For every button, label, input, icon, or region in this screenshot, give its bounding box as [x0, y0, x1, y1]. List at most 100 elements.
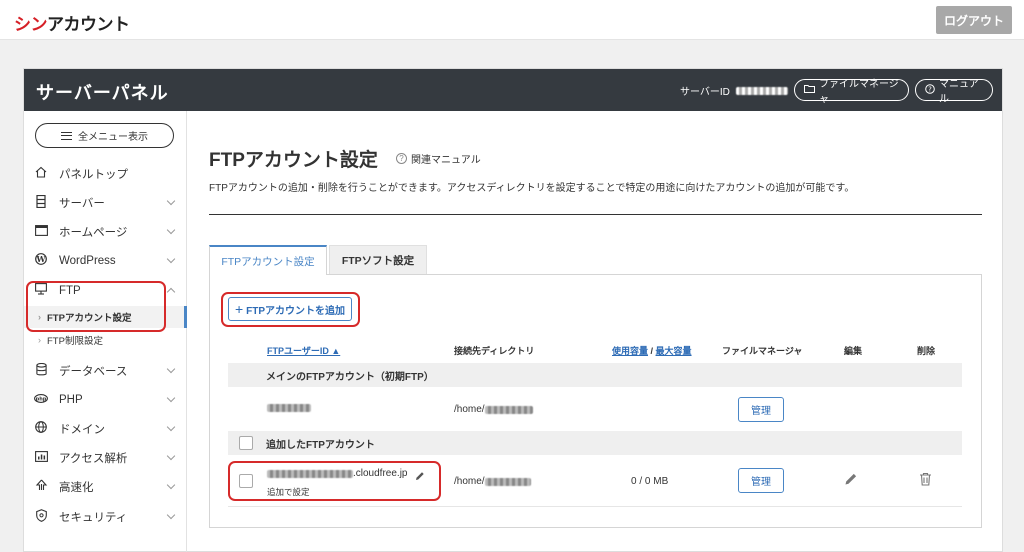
main-directory: /home/ — [454, 404, 533, 415]
manage-button-main[interactable]: 管理 — [738, 397, 784, 422]
logo-red-text: シン — [14, 15, 48, 34]
chevron-right-icon: › — [38, 335, 41, 345]
column-header-user-id[interactable]: FTPユーザーID ▲ — [267, 344, 340, 357]
select-all-checkbox[interactable] — [239, 436, 253, 450]
database-icon — [34, 362, 48, 379]
added-directory: /home/ — [454, 476, 531, 487]
brand-logo[interactable]: シンアカウント — [14, 10, 130, 35]
sidebar-item-access-analysis[interactable]: アクセス解析 — [24, 443, 186, 472]
file-manager-button[interactable]: ファイルマネージャ — [794, 79, 909, 105]
sidebar-item-label: FTP — [59, 284, 81, 297]
chevron-down-icon — [166, 196, 176, 206]
sidebar-item-label: サーバー — [59, 197, 105, 210]
manage-button-added[interactable]: 管理 — [738, 468, 784, 493]
chevron-down-icon — [166, 480, 176, 490]
sidebar-subitem-label: FTP制限設定 — [47, 336, 103, 347]
column-header-max[interactable]: 最大容量 — [656, 346, 692, 356]
group-row-main: メインのFTPアカウント（初期FTP） — [228, 363, 962, 387]
svg-text:php: php — [36, 396, 47, 402]
row-checkbox[interactable] — [239, 474, 253, 488]
sidebar-item-label: 高速化 — [59, 481, 94, 494]
help-circle-icon: ? — [925, 83, 935, 97]
chevron-down-icon — [166, 225, 176, 235]
plus-icon: + — [234, 301, 244, 317]
column-header-separator: / — [648, 346, 656, 356]
sidebar-item-label: WordPress — [59, 254, 116, 267]
page-title: FTPアカウント設定 — [209, 150, 378, 171]
added-user-id: .cloudfree.jp — [267, 468, 407, 479]
server-panel: サーバーパネル サーバーID ファイルマネージャ ? マニュアル 全メニュー表示 — [23, 68, 1003, 552]
group-label-added: 追加したFTPアカウント — [266, 439, 375, 451]
help-circle-icon: ? — [396, 153, 407, 164]
all-menu-label: 全メニュー表示 — [78, 132, 148, 143]
shield-icon — [34, 508, 48, 525]
sidebar-subitem-label: FTPアカウント設定 — [47, 313, 132, 324]
main-user-id-redacted — [267, 404, 311, 415]
panel-title: サーバーパネル — [36, 83, 169, 103]
svg-text:?: ? — [928, 85, 932, 93]
sidebar-item-speed[interactable]: 高速化 — [24, 472, 186, 501]
sidebar-item-security[interactable]: セキュリティ — [24, 502, 186, 531]
sidebar-item-label: セキュリティ — [59, 511, 128, 524]
group-row-added: 追加したFTPアカウント — [228, 431, 962, 455]
column-header-delete: 削除 — [917, 346, 936, 356]
add-ftp-account-label: FTPアカウントを追加 — [246, 305, 346, 317]
sidebar-item-label: パネルトップ — [59, 168, 128, 181]
server-id-label: サーバーID — [680, 87, 730, 98]
logout-button[interactable]: ログアウト — [936, 6, 1012, 34]
sidebar-item-server[interactable]: サーバー — [24, 188, 186, 217]
chevron-up-icon — [166, 287, 176, 297]
chevron-down-icon — [166, 451, 176, 461]
speed-icon — [34, 479, 48, 494]
sidebar-item-panel-top[interactable]: パネルトップ — [24, 159, 186, 188]
edit-user-pencil-icon[interactable] — [415, 468, 425, 486]
add-ftp-account-button[interactable]: + FTPアカウントを追加 — [228, 297, 352, 321]
sidebar-item-wordpress[interactable]: W WordPress — [24, 246, 186, 275]
tab-ftp-software[interactable]: FTPソフト設定 — [329, 245, 427, 275]
trash-icon[interactable] — [919, 472, 935, 488]
sidebar-subitem-ftp-account[interactable]: › FTPアカウント設定 — [24, 306, 187, 328]
top-bar: シンアカウント ログアウト — [0, 0, 1024, 40]
related-manual-link[interactable]: ? 関連マニュアル — [396, 151, 481, 166]
added-user-suffix: .cloudfree.jp — [353, 468, 408, 479]
tab-ftp-account[interactable]: FTPアカウント設定 — [209, 245, 327, 275]
sidebar-item-homepage[interactable]: ホームページ — [24, 217, 186, 246]
added-user-note: 追加で設定 — [267, 487, 310, 497]
svg-text:W: W — [36, 254, 47, 264]
sidebar-item-label: PHP — [59, 393, 83, 406]
chevron-down-icon — [166, 422, 176, 432]
added-capacity: 0 / 0 MB — [631, 476, 669, 487]
sidebar-subitem-ftp-restriction[interactable]: › FTP制限設定 — [24, 329, 186, 351]
chart-icon — [34, 450, 48, 465]
globe-icon — [34, 421, 48, 436]
row-divider — [228, 506, 962, 507]
sidebar-item-ftp[interactable]: FTP — [24, 276, 186, 305]
column-header-edit: 編集 — [844, 346, 863, 356]
server-id-value-redacted — [735, 86, 788, 95]
column-header-used[interactable]: 使用容量 — [612, 346, 648, 356]
chevron-right-icon: › — [38, 312, 41, 322]
chevron-down-icon — [166, 510, 176, 520]
browser-icon — [34, 224, 48, 239]
main-directory-redacted — [484, 405, 533, 414]
added-directory-redacted — [484, 477, 531, 486]
column-header-file-manager: ファイルマネージャ — [722, 346, 803, 356]
sidebar-item-database[interactable]: データベース — [24, 356, 186, 385]
server-icon — [34, 194, 48, 211]
manual-button[interactable]: ? マニュアル — [915, 79, 993, 105]
manual-label: マニュアル — [939, 79, 979, 105]
sidebar-item-label: アクセス解析 — [59, 452, 128, 465]
logo-dark-text: アカウント — [47, 15, 130, 34]
column-header-directory: 接続先ディレクトリ — [454, 346, 535, 356]
server-id: サーバーID — [680, 83, 788, 98]
php-icon: php — [34, 393, 48, 406]
file-manager-label: ファイルマネージャ — [819, 79, 899, 105]
page-description: FTPアカウントの追加・削除を行うことができます。アクセスディレクトリを設定する… — [209, 183, 855, 194]
chevron-down-icon — [166, 393, 176, 403]
sidebar-item-php[interactable]: php PHP — [24, 385, 186, 414]
edit-pencil-icon[interactable] — [844, 472, 860, 488]
all-menu-button[interactable]: 全メニュー表示 — [35, 123, 174, 148]
main-directory-prefix: /home/ — [454, 404, 485, 415]
sidebar-item-domain[interactable]: ドメイン — [24, 414, 186, 443]
divider — [209, 214, 982, 215]
